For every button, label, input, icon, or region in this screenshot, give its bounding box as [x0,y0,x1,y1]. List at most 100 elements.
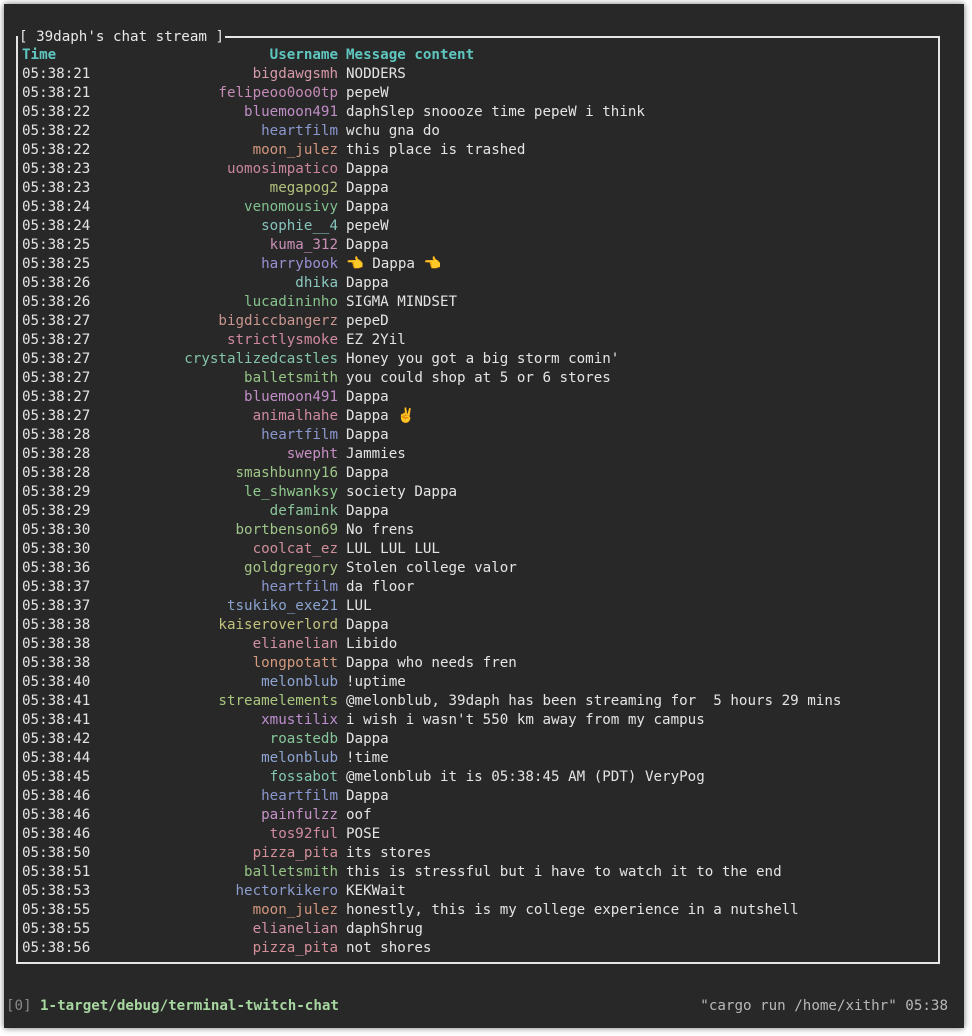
message-time: 05:38:38 [22,617,91,633]
message-username: elianelian [252,921,338,937]
message-username: bigdawgsmh [252,66,338,82]
table-row: 05:38:25 harrybook 👈 Dappa 👈 [22,255,932,274]
table-row: 05:38:27 strictlysmoke EZ 2Yil [22,331,932,350]
message-username: kuma_312 [269,237,338,253]
message-content: society Dappa [346,484,458,500]
message-time: 05:38:27 [22,332,91,348]
message-username: swepht [286,446,338,462]
table-row: 05:38:23 uomosimpatico Dappa [22,160,932,179]
message-content: its stores [346,845,432,861]
message-username: moon_julez [252,902,338,918]
message-content: pepeW [346,218,389,234]
table-row: 05:38:55 elianelian daphShrug [22,920,932,939]
table-row: 05:38:50 pizza_pita its stores [22,844,932,863]
message-username: pizza_pita [252,940,338,956]
message-time: 05:38:27 [22,408,91,424]
message-content: Honey you got a big storm comin' [346,351,620,367]
table-row: 05:38:27 balletsmith you could shop at 5 o… [22,369,932,388]
message-content: Dappa [346,503,389,519]
message-content: !uptime [346,674,406,690]
message-username: balletsmith [244,864,338,880]
message-content: daphShrug [346,921,423,937]
message-time: 05:38:44 [22,750,91,766]
message-time: 05:38:30 [22,541,91,557]
message-content: POSE [346,826,381,842]
message-username: heartfilm [261,427,338,443]
table-row: 05:38:37 tsukiko_exe21 LUL [22,597,932,616]
running-command[interactable]: 1-target/debug/terminal-twitch-chat [40,994,339,1018]
message-time: 05:38:27 [22,389,91,405]
status-right-info: "cargo run /home/xithr" 05:38 [700,998,948,1014]
message-username: hectorkikero [235,883,339,899]
message-time: 05:38:29 [22,484,91,500]
message-username: tsukiko_exe21 [226,598,338,614]
message-content: pepeD [346,313,389,329]
message-time: 05:38:46 [22,807,91,823]
message-username: crystalizedcastles [184,351,338,367]
table-row: 05:38:38 longpotatt Dappa who needs fren [22,654,932,673]
message-time: 05:38:40 [22,674,91,690]
message-time: 05:38:51 [22,864,91,880]
message-username: melonblub [261,674,338,690]
table-row: 05:38:46 tos92ful POSE [22,825,932,844]
table-row: 05:38:23 megapog2 Dappa [22,179,932,198]
message-username: strictlysmoke [226,332,338,348]
message-content: daphSlep snoooze time pepeW i think [346,104,645,120]
table-row: 05:38:21 felipeoo0oo0tp pepeW [22,84,932,103]
message-username: heartfilm [261,788,338,804]
message-content: NODDERS [346,66,406,82]
window-index[interactable]: [0] [6,994,32,1018]
message-time: 05:38:30 [22,522,91,538]
table-row: 05:38:45 fossabot @melonblub it is 05:38:4… [22,768,932,787]
message-content: LUL LUL LUL [346,541,440,557]
message-username: lucadininho [244,294,338,310]
message-content: Dappa [346,389,389,405]
message-time: 05:38:27 [22,313,91,329]
message-username: goldgregory [244,560,338,576]
message-username: kaiseroverlord [218,617,338,633]
message-time: 05:38:25 [22,256,91,272]
message-content: Dappa [346,180,389,196]
message-username: pizza_pita [252,845,338,861]
message-username: bigdiccbangerz [218,313,338,329]
message-username: uomosimpatico [226,161,338,177]
message-time: 05:38:25 [22,237,91,253]
header-time: Time [22,47,57,63]
message-content: this is stressful but i have to watch it… [346,864,782,880]
message-content: Dappa [346,275,389,291]
message-username: defamink [269,503,338,519]
message-username: fossabot [269,769,338,785]
message-content: No frens [346,522,415,538]
message-username: elianelian [252,636,338,652]
message-time: 05:38:42 [22,731,91,747]
message-username: coolcat_ez [252,541,338,557]
table-row: 05:38:53 hectorkikero KEKWait [22,882,932,901]
table-row: 05:38:46 heartfilm Dappa [22,787,932,806]
message-username: bortbenson69 [235,522,339,538]
table-row: 05:38:28 smashbunny16 Dappa [22,464,932,483]
table-row: 05:38:27 animalhahe Dappa ✌️ [22,407,932,426]
message-time: 05:38:41 [22,712,91,728]
table-row: 05:38:46 painfulzz oof [22,806,932,825]
table-row: 05:38:40 melonblub !uptime [22,673,932,692]
message-content: @melonblub it is 05:38:45 AM (PDT) VeryP… [346,769,705,785]
message-time: 05:38:37 [22,598,91,614]
chat-table[interactable]: Time Username Message content 05:38:21 bi… [22,46,932,958]
table-row: 05:38:56 pizza_pita not shores [22,939,932,958]
tmux-status-bar: [0] 1-target/debug/terminal-twitch-chat … [4,994,964,1018]
message-time: 05:38:28 [22,446,91,462]
message-username: venomousivy [244,199,338,215]
table-row: 05:38:36 goldgregory Stolen college valor [22,559,932,578]
table-row: 05:38:41 streamelements @melonblub, 39daph… [22,692,932,711]
table-row: 05:38:29 le_shwanksy society Dappa [22,483,932,502]
message-time: 05:38:28 [22,427,91,443]
table-row: 05:38:26 dhika Dappa [22,274,932,293]
message-content: Dappa [346,161,389,177]
message-content: da floor [346,579,415,595]
message-content: Dappa [346,427,389,443]
message-time: 05:38:26 [22,294,91,310]
message-time: 05:38:21 [22,66,91,82]
table-row: 05:38:55 moon_julez honestly, this is my c… [22,901,932,920]
message-username: painfulzz [261,807,338,823]
table-row: 05:38:28 heartfilm Dappa [22,426,932,445]
